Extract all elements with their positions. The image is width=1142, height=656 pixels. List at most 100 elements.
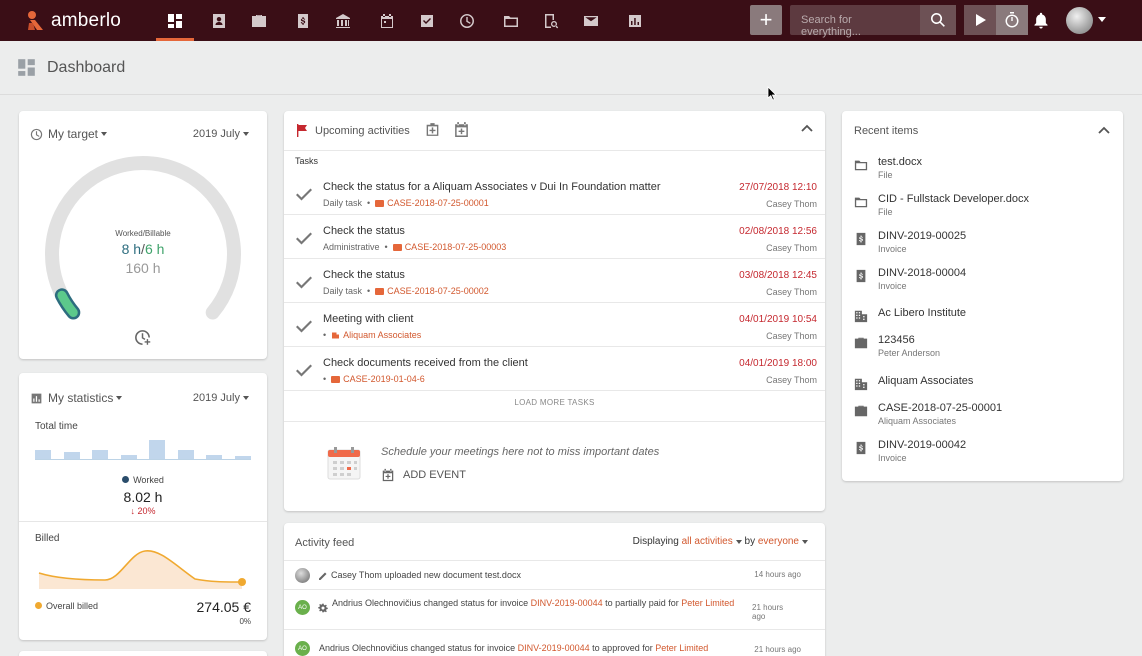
task-row[interactable]: Check the status for a Aliquam Associate… xyxy=(284,171,825,215)
add-time-icon[interactable] xyxy=(134,329,151,346)
add-event-button[interactable]: ADD EVENT xyxy=(381,468,466,482)
invoice-link[interactable]: DINV-2019-00044 xyxy=(518,643,590,653)
next-widget-card xyxy=(19,651,267,656)
recent-item[interactable]: Ac Libero Institute xyxy=(854,307,966,326)
nav-contacts[interactable] xyxy=(200,0,238,41)
total-time-bar xyxy=(120,455,137,459)
collapse-chevron-up-icon[interactable] xyxy=(801,124,813,132)
task-reference-link[interactable]: CASE-2018-07-25-00001 xyxy=(375,198,489,208)
add-task-icon[interactable] xyxy=(424,121,441,138)
client-link[interactable]: Peter Limited xyxy=(681,598,734,608)
gauge-label: Worked/Billable xyxy=(115,229,171,238)
nav-institution[interactable] xyxy=(324,0,362,41)
nav-tasks[interactable] xyxy=(408,0,446,41)
worked-legend: Worked xyxy=(19,475,267,485)
invoice-link[interactable]: DINV-2019-00044 xyxy=(531,598,603,608)
start-timer-button[interactable] xyxy=(964,5,996,35)
nav-time[interactable] xyxy=(448,0,486,41)
recent-item[interactable]: test.docx File xyxy=(854,156,922,180)
global-search-input[interactable]: Search for everything... xyxy=(790,5,920,38)
activity-scope-select[interactable]: all activities xyxy=(682,536,733,547)
user-avatar[interactable] xyxy=(1066,7,1093,34)
gear-icon xyxy=(318,603,328,613)
task-title[interactable]: Check the status xyxy=(323,269,405,281)
my-statistics-card: My statistics 2019 July Total time Worke… xyxy=(19,373,267,640)
invoices-icon xyxy=(298,13,308,28)
task-title[interactable]: Check the status for a Aliquam Associate… xyxy=(323,181,661,193)
cases-icon xyxy=(252,14,266,27)
recent-item-type: Peter Anderson xyxy=(878,348,941,358)
nav-reports[interactable] xyxy=(532,0,570,41)
recent-item[interactable]: DINV-2019-00042 Invoice xyxy=(854,439,966,463)
recent-item[interactable]: Aliquam Associates xyxy=(854,375,973,394)
nav-dashboard[interactable] xyxy=(156,0,194,41)
tasks-section-label: Tasks xyxy=(295,156,319,166)
recent-item-type: Invoice xyxy=(878,281,907,291)
load-more-tasks-button[interactable]: LOAD MORE TASKS xyxy=(284,398,825,407)
notifications-button[interactable] xyxy=(1032,11,1050,32)
brand-name: amberlo xyxy=(51,10,122,31)
recent-item[interactable]: 123456 Peter Anderson xyxy=(854,334,940,358)
recent-item-text: test.docx File xyxy=(878,156,922,180)
amberlo-logo[interactable]: amberlo xyxy=(26,9,121,33)
task-title[interactable]: Check the status xyxy=(323,225,405,237)
recent-item[interactable]: DINV-2018-00004 Invoice xyxy=(854,267,966,291)
statistics-icon xyxy=(629,14,641,27)
activity-user-select[interactable]: everyone xyxy=(758,536,799,547)
add-event-calendar-icon[interactable] xyxy=(453,121,470,138)
recent-item[interactable]: DINV-2019-00025 Invoice xyxy=(854,230,966,254)
nav-files[interactable] xyxy=(492,0,530,41)
building-icon xyxy=(854,309,869,326)
contacts-icon xyxy=(213,13,225,28)
complete-task-checkmark-icon[interactable] xyxy=(294,316,314,339)
task-reference: CASE-2018-07-25-00003 xyxy=(404,242,507,252)
nav-mail[interactable] xyxy=(572,0,610,41)
recent-item-text: DINV-2019-00025 Invoice xyxy=(878,230,966,254)
task-reference-link[interactable]: CASE-2018-07-25-00003 xyxy=(392,242,507,252)
client-link[interactable]: Peter Limited xyxy=(655,643,708,653)
complete-task-checkmark-icon[interactable] xyxy=(294,272,314,295)
stopwatch-icon xyxy=(1005,12,1019,28)
task-title[interactable]: Check documents received from the client xyxy=(323,357,528,369)
folder-icon xyxy=(854,158,869,180)
overall-billed-change: 0% xyxy=(239,617,251,626)
task-title[interactable]: Meeting with client xyxy=(323,313,414,325)
my-statistics-dropdown[interactable]: My statistics xyxy=(30,391,123,405)
task-row[interactable]: Check documents received from the client… xyxy=(284,347,825,391)
task-row[interactable]: Check the status Administrative • CASE-2018… xyxy=(284,215,825,259)
nav-statistics[interactable] xyxy=(616,0,654,41)
complete-task-checkmark-icon[interactable] xyxy=(294,228,314,251)
stopwatch-button[interactable] xyxy=(996,5,1028,35)
task-type: Administrative xyxy=(323,242,380,252)
calendar-illustration-icon xyxy=(327,447,361,480)
briefcase-icon xyxy=(854,336,869,358)
total-time-bar xyxy=(63,452,80,459)
calendar-icon xyxy=(381,13,393,28)
nav-calendar[interactable] xyxy=(368,0,406,41)
task-reference-link[interactable]: Aliquam Associates xyxy=(331,330,421,340)
search-button[interactable] xyxy=(920,5,956,35)
caret-down-icon xyxy=(116,396,123,400)
user-menu-caret-icon[interactable] xyxy=(1098,17,1106,22)
avatar xyxy=(295,568,310,583)
invoice-icon xyxy=(854,232,869,254)
task-row[interactable]: Check the status Daily task • CASE-2018-07-… xyxy=(284,259,825,303)
statistics-period-select[interactable]: 2019 July xyxy=(193,392,249,404)
task-reference-link[interactable]: CASE-2018-07-25-00002 xyxy=(375,286,489,296)
nav-cases[interactable] xyxy=(240,0,278,41)
task-reference-link[interactable]: CASE-2019-01-04-6 xyxy=(331,374,425,384)
nav-invoices[interactable] xyxy=(284,0,322,41)
activity-feed-title: Activity feed xyxy=(295,537,355,549)
billed-area-fill xyxy=(39,550,242,589)
header-divider xyxy=(0,94,1142,95)
worked-change: ↓ 20% xyxy=(130,506,156,516)
complete-task-checkmark-icon[interactable] xyxy=(294,360,314,383)
task-row[interactable]: Meeting with client • Aliquam Associates 04… xyxy=(284,303,825,347)
recent-item[interactable]: CASE-2018-07-25-00001 Aliquam Associates xyxy=(854,402,1002,426)
collapse-chevron-up-icon[interactable] xyxy=(1098,126,1110,134)
add-new-button[interactable]: + xyxy=(750,5,782,35)
complete-task-checkmark-icon[interactable] xyxy=(294,184,314,207)
task-meta: • CASE-2019-01-04-6 xyxy=(323,374,425,384)
recent-item[interactable]: CID - Fullstack Developer.docx File xyxy=(854,193,1029,217)
invoice-icon xyxy=(854,269,869,291)
